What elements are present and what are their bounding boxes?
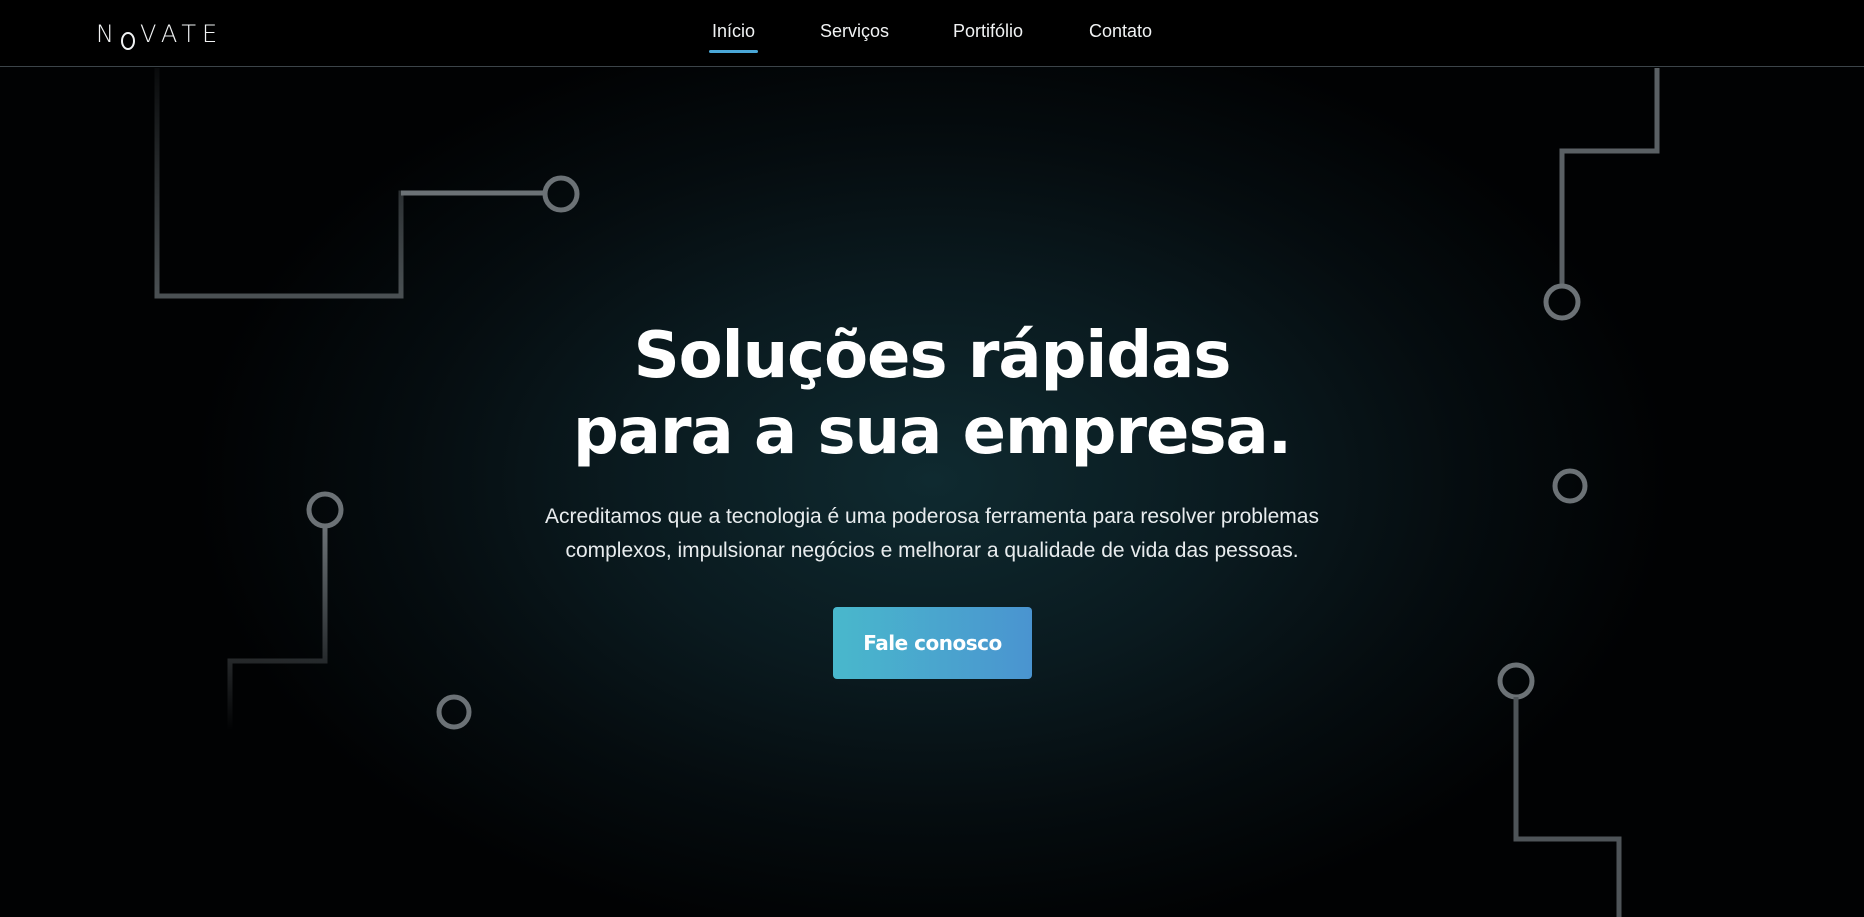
circuit-left-middle (227, 491, 344, 730)
nav-item-inicio[interactable]: Início (708, 21, 759, 53)
circuit-left-bottom (436, 694, 472, 855)
hero-title: Soluções rápidas para a sua empresa. (0, 318, 1864, 470)
contact-us-button[interactable]: Fale conosco (833, 607, 1032, 679)
hero-subtitle: Acreditamos que a tecnologia é uma poder… (532, 500, 1332, 568)
nav-item-portfolio[interactable]: Portifólio (953, 21, 1023, 42)
hero-title-line-1: Soluções rápidas (633, 319, 1232, 393)
landing-page: N VATE Início Serviços Portifólio Contat… (0, 0, 1864, 917)
brand-logo[interactable]: N VATE (96, 20, 224, 50)
logo-ring-icon (120, 32, 135, 50)
hero-title-line-2: para a sua empresa. (572, 395, 1292, 469)
site-header: N VATE Início Serviços Portifólio Contat… (0, 0, 1864, 67)
circuit-right-bottom (1497, 662, 1622, 917)
main-nav: Início Serviços Portifólio Contato (0, 0, 1864, 67)
circuit-top-right (1543, 68, 1660, 321)
circuit-top-left (154, 68, 580, 299)
logo-text-right: VATE (139, 20, 224, 48)
logo-text-left: N (96, 20, 120, 48)
nav-item-servicos[interactable]: Serviços (820, 21, 889, 42)
circuit-right-middle (1552, 468, 1710, 504)
nav-item-contato[interactable]: Contato (1089, 21, 1152, 42)
hero-subtitle-line-1: Acreditamos que a tecnologia é uma poder… (545, 505, 1319, 528)
hero-subtitle-line-2: complexos, impulsionar negócios e melhor… (565, 539, 1299, 562)
